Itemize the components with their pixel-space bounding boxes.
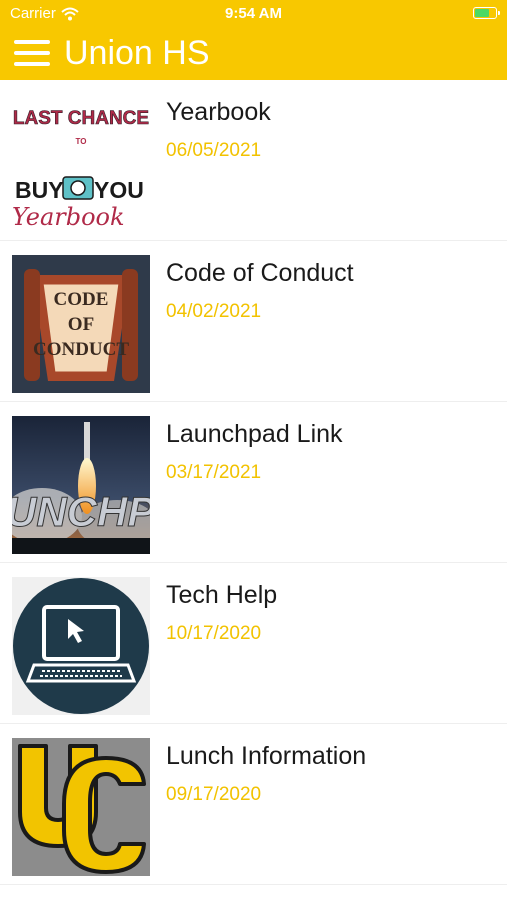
thumb-line3: CONDUCT xyxy=(33,339,129,360)
list-item-tech-help[interactable]: Tech Help 10/17/2020 xyxy=(0,563,507,724)
thumb-line1: LAST CHANCE xyxy=(13,108,149,129)
item-date: 09/17/2020 xyxy=(166,784,262,805)
list-item-launchpad-link[interactable]: UNCHP Launchpad Link 03/17/2021 xyxy=(0,402,507,563)
item-title: Tech Help xyxy=(166,581,278,609)
thumb-line2: TO xyxy=(76,137,87,146)
item-title: Lunch Information xyxy=(166,742,367,770)
status-bar: Carrier 9:54 AM xyxy=(0,0,507,28)
item-date: 03/17/2021 xyxy=(166,462,262,483)
item-date: 06/05/2021 xyxy=(166,140,262,161)
thumb-word: UNCHP xyxy=(12,488,150,535)
item-date: 10/17/2020 xyxy=(166,623,262,644)
thumb-line2: OF xyxy=(68,314,94,335)
item-title: Code of Conduct xyxy=(166,259,354,287)
app-header: Carrier 9:54 AM Union HS xyxy=(0,0,507,80)
news-list: LAST CHANCE TO BUY YOU Yearbook Yearbook… xyxy=(0,80,507,885)
tech-help-thumbnail xyxy=(12,577,150,715)
thumb-line3-left: BUY xyxy=(15,177,64,203)
thumb-script: Yearbook xyxy=(12,203,125,231)
hamburger-menu-icon[interactable] xyxy=(14,40,50,66)
list-item-lunch-information[interactable]: Lunch Information 09/17/2020 xyxy=(0,724,507,885)
item-title: Yearbook xyxy=(166,98,271,126)
page-title: Union HS xyxy=(64,33,210,72)
battery-icon xyxy=(473,7,500,19)
thumb-line1: CODE xyxy=(54,289,109,310)
code-of-conduct-thumbnail: CODE OF CONDUCT xyxy=(12,255,150,393)
list-item-code-of-conduct[interactable]: CODE OF CONDUCT Code of Conduct 04/02/20… xyxy=(0,241,507,402)
list-item-yearbook[interactable]: LAST CHANCE TO BUY YOU Yearbook Yearbook… xyxy=(0,80,507,241)
yearbook-thumbnail: LAST CHANCE TO BUY YOU Yearbook xyxy=(12,94,150,232)
item-title: Launchpad Link xyxy=(166,420,343,448)
nav-bar: Union HS xyxy=(0,30,507,76)
status-time: 9:54 AM xyxy=(225,5,282,22)
lunch-information-thumbnail xyxy=(12,738,150,876)
item-date: 04/02/2021 xyxy=(166,301,262,322)
launchpad-thumbnail: UNCHP xyxy=(12,416,150,554)
thumb-line3-right: YOU xyxy=(94,177,144,203)
